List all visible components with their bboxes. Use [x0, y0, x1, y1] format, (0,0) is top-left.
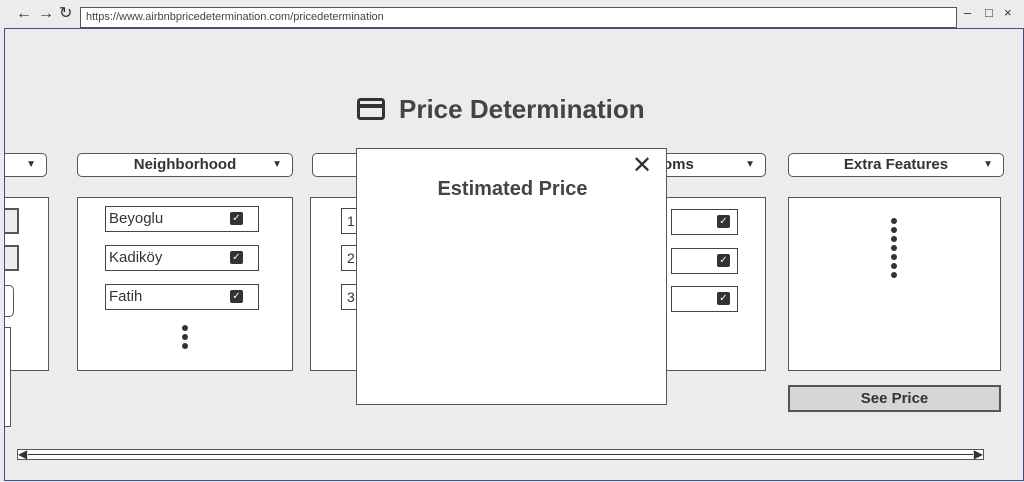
browser-toolbar: ← → ↻ https://www.airbnbpricedeterminati… [0, 0, 1024, 28]
neighborhood-label: Kadiköy [109, 249, 163, 266]
scroll-track[interactable] [28, 454, 973, 455]
list-item[interactable] [5, 208, 19, 234]
checkbox-checked-icon[interactable]: ✓ [717, 292, 730, 305]
neighborhood-dropdown-label: Neighborhood [133, 156, 237, 173]
reload-icon[interactable]: ↻ [59, 4, 72, 24]
more-dots-icon [182, 325, 188, 352]
extra-features-panel [788, 197, 1001, 371]
list-item[interactable]: ✓ [671, 286, 738, 312]
more-dots-icon [891, 218, 897, 281]
chevron-down-icon: ▼ [745, 159, 755, 170]
chevron-down-icon: ▼ [26, 159, 36, 170]
chevron-down-icon: ▼ [272, 159, 282, 170]
minimize-icon[interactable]: – [964, 5, 971, 20]
list-item[interactable]: Fatih ✓ [105, 284, 259, 310]
first-filter-dropdown[interactable]: ▼ [5, 153, 47, 177]
neighborhood-label: Fatih [109, 288, 143, 305]
close-window-icon[interactable]: × [1004, 5, 1012, 20]
maximize-icon[interactable]: □ [985, 5, 993, 20]
modal-title: Estimated Price [437, 178, 588, 200]
bedrooms-panel: ✓ ✓ ✓ [665, 197, 766, 371]
checkbox-checked-icon[interactable]: ✓ [717, 215, 730, 228]
list-item[interactable]: ✓ [671, 248, 738, 274]
page-title: Price Determination [399, 93, 645, 124]
page-frame: Price Determination ▼ Neighborhood ▼ oms… [4, 28, 1024, 481]
checkbox-checked-icon[interactable]: ✓ [230, 290, 243, 303]
list-item[interactable] [5, 245, 19, 271]
checkbox-checked-icon[interactable]: ✓ [230, 251, 243, 264]
chevron-down-icon: ▼ [983, 159, 993, 170]
bedrooms-dropdown-label: oms [663, 156, 694, 173]
list-item[interactable]: Beyoglu ✓ [105, 206, 259, 232]
third-filter-panel: 1 2 3 [310, 197, 361, 371]
side-panel [5, 327, 11, 427]
neighborhood-dropdown[interactable]: Neighborhood ▼ [77, 153, 293, 177]
scroll-left-icon[interactable]: ◀ [18, 447, 27, 461]
extra-features-dropdown[interactable]: Extra Features ▼ [788, 153, 1004, 177]
small-button[interactable] [5, 285, 14, 317]
extra-features-dropdown-label: Extra Features [843, 156, 949, 173]
back-arrow-icon[interactable]: ← [16, 4, 32, 24]
neighborhood-label: Beyoglu [109, 210, 164, 227]
forward-arrow-icon[interactable]: → [38, 4, 54, 24]
checkbox-checked-icon[interactable]: ✓ [717, 254, 730, 267]
checkbox-checked-icon[interactable]: ✓ [230, 212, 243, 225]
close-icon[interactable]: ✕ [632, 153, 652, 179]
list-item[interactable]: ✓ [671, 209, 738, 235]
estimated-price-modal: ✕ Estimated Price [356, 148, 667, 405]
credit-card-icon [357, 98, 385, 120]
page-header: Price Determination [357, 91, 645, 127]
list-item[interactable]: Kadiköy ✓ [105, 245, 259, 271]
url-bar[interactable]: https://www.airbnbpricedetermination.com… [80, 7, 957, 28]
neighborhood-panel: Beyoglu ✓ Kadiköy ✓ Fatih ✓ [77, 197, 293, 371]
scroll-right-icon[interactable]: ▶ [974, 447, 983, 461]
see-price-button[interactable]: See Price [788, 385, 1001, 412]
horizontal-scrollbar[interactable]: ◀ ▶ [17, 447, 984, 461]
